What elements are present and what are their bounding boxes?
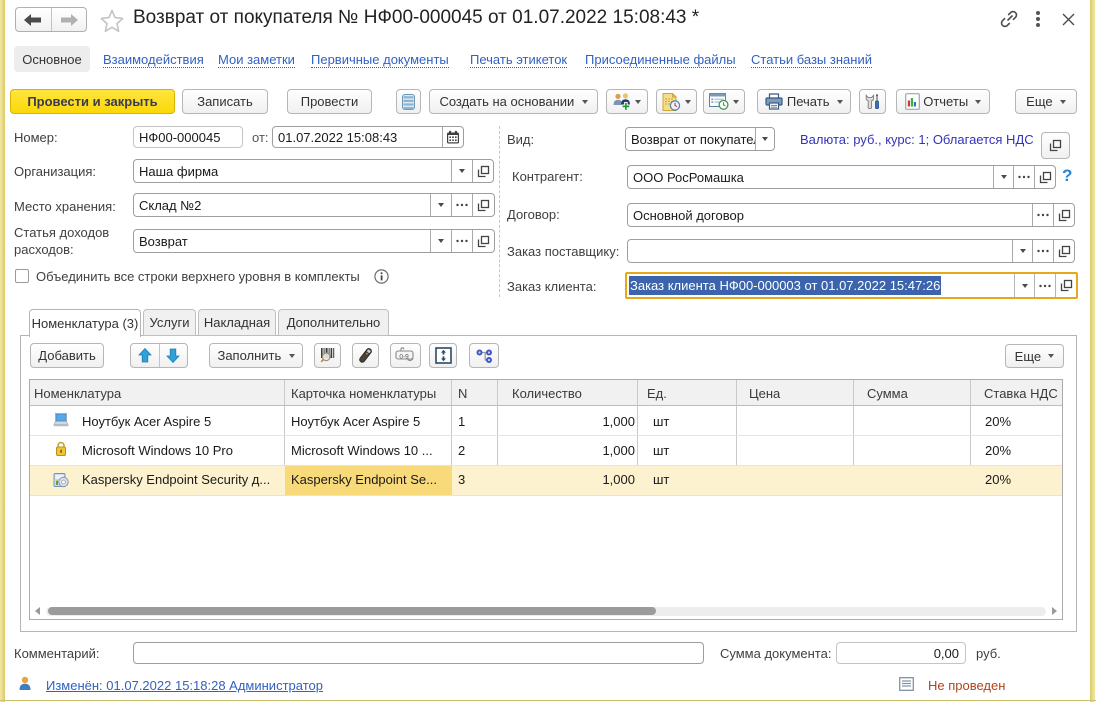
svg-text:0-9: 0-9 <box>399 353 409 360</box>
